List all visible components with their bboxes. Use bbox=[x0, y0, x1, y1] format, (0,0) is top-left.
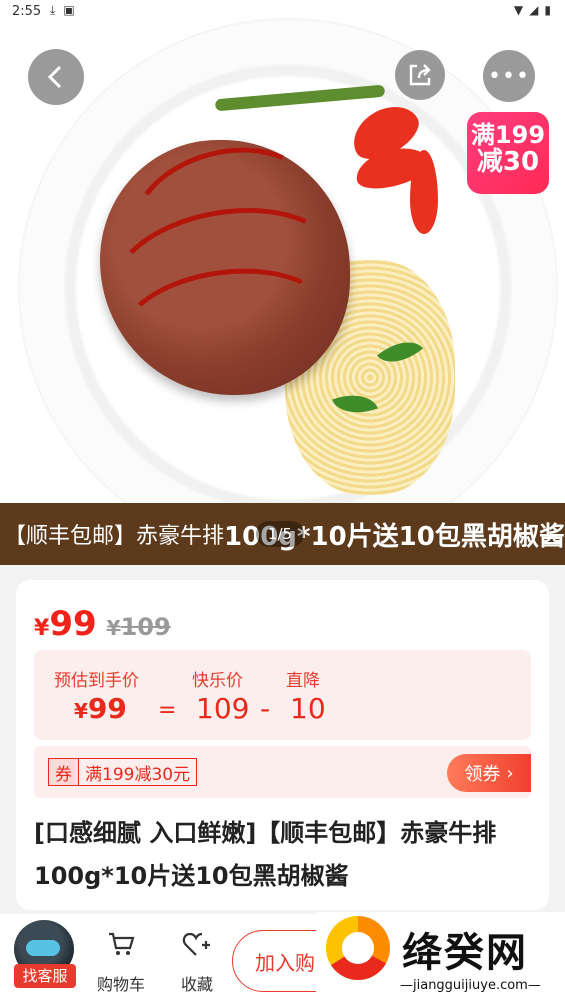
signal-icon: ◢ bbox=[529, 3, 539, 17]
app-notification-icon: ▣ bbox=[63, 3, 75, 17]
cart-label: 购物车 bbox=[96, 975, 145, 994]
battery-icon: ▮ bbox=[544, 3, 551, 17]
base-price-value: 109 bbox=[196, 692, 250, 725]
customer-service-label: 找客服 bbox=[14, 964, 76, 988]
status-system-icons: ▼ ◢ ▮ bbox=[514, 3, 551, 17]
banner-prefix: 【顺丰包邮】赤豪牛排 bbox=[4, 524, 225, 549]
discount-label: 直降 bbox=[286, 671, 320, 691]
watermark-url: —jiangguijiuye.com— bbox=[400, 978, 541, 993]
coupon-tag: 券 满199减30元 bbox=[48, 758, 198, 786]
coupon-tag-key: 券 bbox=[49, 759, 79, 785]
chevron-right-icon: › bbox=[506, 762, 514, 784]
favorite-tab[interactable]: 收藏 bbox=[162, 930, 232, 995]
equals-sign: = bbox=[158, 698, 177, 723]
price-breakdown: 预估到手价 快乐价 直降 ¥99 = 109 - 10 bbox=[34, 650, 531, 740]
wifi-icon: ▼ bbox=[513, 3, 524, 17]
minus-sign: - bbox=[260, 692, 271, 725]
coupon-row[interactable]: 券 满199减30元 领券 › bbox=[34, 746, 531, 798]
more-dots-icon: ••• bbox=[488, 63, 530, 89]
status-notification-icons: ⤓ ▣ bbox=[50, 3, 75, 18]
watermark-logo bbox=[326, 916, 390, 980]
product-title: [口感细腻 入口鲜嫩]【顺丰包邮】赤豪牛排100g*10片送10包黑胡椒酱 bbox=[34, 819, 497, 890]
favorite-label: 收藏 bbox=[180, 975, 213, 994]
final-price-label: 预估到手价 bbox=[54, 671, 139, 691]
site-watermark: 绛癸网 —jiangguijiuye.com— bbox=[316, 912, 565, 1004]
back-button[interactable] bbox=[28, 49, 84, 105]
current-price-value: 99 bbox=[49, 604, 97, 644]
download-icon: ⤓ bbox=[50, 3, 56, 17]
price-row: ¥99 ¥109 bbox=[34, 604, 171, 644]
base-price-label: 快乐价 bbox=[192, 671, 243, 691]
image-page-indicator: 1/5 bbox=[256, 521, 304, 547]
robot-visor bbox=[26, 940, 60, 956]
final-price: ¥99 bbox=[74, 692, 127, 725]
promo-badge-line2: 减30 bbox=[476, 147, 540, 178]
customer-service-button[interactable]: 找客服 bbox=[8, 910, 80, 990]
share-button[interactable] bbox=[395, 50, 445, 100]
coupon-tag-text: 满199减30元 bbox=[85, 764, 191, 785]
currency-symbol: ¥ bbox=[34, 616, 50, 641]
cart-icon bbox=[86, 930, 156, 965]
product-image-carousel[interactable]: ••• 满199 减30 【顺丰包邮】赤豪牛排 100g*10片送10包黑胡椒酱… bbox=[0, 0, 565, 565]
product-info-card: ¥99 ¥109 预估到手价 快乐价 直降 ¥99 = 109 - 10 券 满… bbox=[16, 580, 549, 910]
original-price-value: 109 bbox=[120, 613, 171, 641]
promo-badge: 满199 减30 bbox=[467, 112, 549, 194]
current-price: ¥99 bbox=[34, 604, 97, 644]
currency-symbol: ¥ bbox=[74, 699, 88, 723]
share-icon bbox=[409, 64, 431, 86]
cart-tab[interactable]: 购物车 bbox=[86, 930, 156, 995]
claim-coupon-button[interactable]: 领券 › bbox=[447, 754, 531, 792]
original-price: ¥109 bbox=[107, 613, 171, 641]
chevron-left-icon bbox=[47, 65, 62, 89]
final-price-value: 99 bbox=[87, 692, 127, 725]
watermark-name: 绛癸网 bbox=[402, 930, 528, 976]
status-bar: 2:55 ⤓ ▣ ▼ ◢ ▮ bbox=[0, 0, 565, 24]
status-time: 2:55 bbox=[12, 4, 42, 19]
claim-coupon-label: 领券 bbox=[464, 764, 501, 785]
promo-badge-line1: 满199 bbox=[470, 121, 546, 149]
discount-value: 10 bbox=[290, 692, 326, 725]
currency-symbol: ¥ bbox=[106, 616, 121, 640]
heart-plus-icon bbox=[162, 930, 232, 965]
more-options-button[interactable]: ••• bbox=[483, 50, 535, 102]
